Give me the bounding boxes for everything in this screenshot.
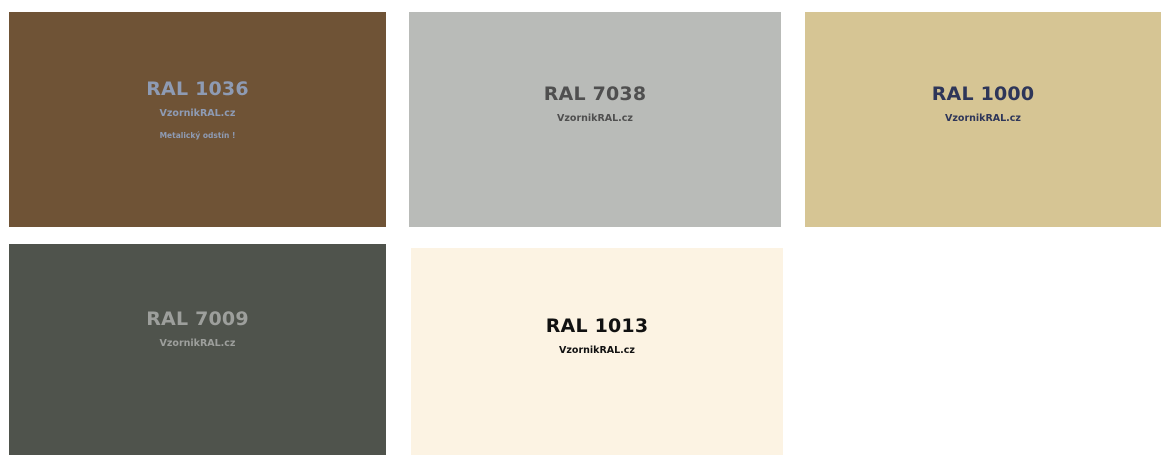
site-label: VzornikRAL.cz [159, 338, 236, 350]
color-swatch-ral-1036[interactable]: RAL 1036 VzornikRAL.cz Metalický odstín … [9, 12, 386, 227]
ral-code: RAL 7038 [543, 83, 647, 106]
color-swatch-ral-1000[interactable]: RAL 1000 VzornikRAL.cz [805, 12, 1161, 227]
color-swatch-ral-7009[interactable]: RAL 7009 VzornikRAL.cz [9, 244, 386, 455]
ral-code: RAL 1013 [545, 315, 649, 338]
ral-code: RAL 7009 [146, 308, 249, 331]
site-label: VzornikRAL.cz [559, 345, 635, 357]
color-swatch-ral-1013[interactable]: RAL 1013 VzornikRAL.cz [411, 248, 783, 455]
color-swatch-ral-7038[interactable]: RAL 7038 VzornikRAL.cz [409, 12, 781, 227]
ral-code: RAL 1036 [146, 77, 249, 100]
ral-code: RAL 1000 [931, 83, 1035, 106]
metallic-note: Metalický odstín ! [159, 131, 236, 140]
site-label: VzornikRAL.cz [159, 107, 236, 119]
site-label: VzornikRAL.cz [945, 113, 1021, 125]
site-label: VzornikRAL.cz [557, 113, 633, 125]
